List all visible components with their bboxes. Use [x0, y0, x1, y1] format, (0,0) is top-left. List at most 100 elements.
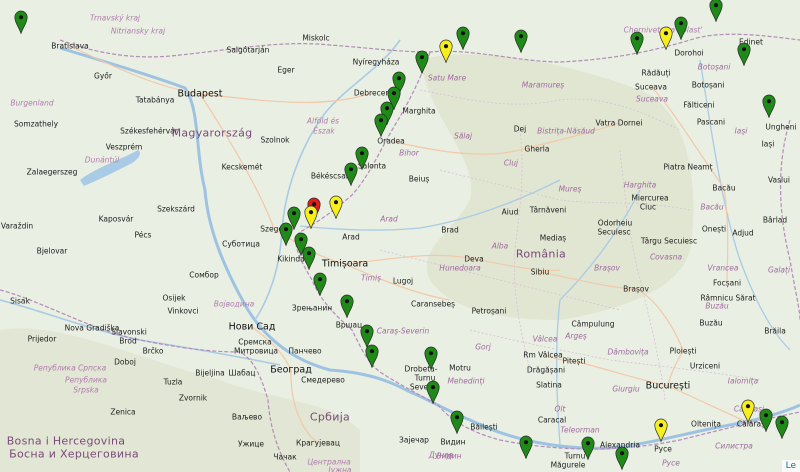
map-marker-pin-icon[interactable] — [737, 42, 751, 66]
map-label: Câmpulung — [571, 319, 615, 329]
map-marker-pin-icon[interactable] — [340, 294, 354, 318]
map-label: Timiș — [361, 273, 381, 283]
map-label: Београд — [270, 364, 312, 376]
map-label: Magyarország — [171, 126, 253, 140]
map-label: Vaslui — [768, 175, 790, 185]
map-label: București — [645, 380, 691, 392]
map-label: Шабац — [228, 368, 256, 378]
map-label: Hunedoara — [439, 263, 481, 273]
map-label: Gorj — [475, 342, 491, 352]
map-marker-pin-icon[interactable] — [759, 408, 773, 432]
map-marker-pin-icon[interactable] — [519, 435, 533, 459]
map-marker-pin-icon[interactable] — [439, 39, 453, 63]
map-label: Eger — [277, 65, 295, 75]
map-label: Focșani — [712, 278, 742, 288]
map-marker-pin-icon[interactable] — [374, 113, 388, 137]
map-marker-pin-icon[interactable] — [424, 346, 438, 370]
map-label: Oradea — [377, 136, 405, 146]
map-label: Secuiesc — [597, 227, 631, 237]
map-marker-pin-icon[interactable] — [674, 16, 688, 40]
map-label: Petroșani — [471, 306, 507, 316]
map-label: Силистра — [715, 441, 753, 451]
map-label: Nyíregyháza — [352, 57, 400, 67]
map-label: Sălaj — [453, 131, 473, 141]
map-label: Satu Mare — [427, 73, 467, 83]
map-label: Arad — [380, 214, 398, 224]
map-label: Arad — [342, 232, 360, 242]
map-marker-pin-icon[interactable] — [762, 94, 776, 118]
map-label: Зајечар — [399, 435, 429, 445]
map-label: Iași — [734, 126, 748, 136]
map-label: Ваљево — [231, 412, 263, 422]
map-label: Bârlad — [762, 215, 788, 225]
map-label: Dej — [513, 124, 527, 134]
map[interactable]: Trnavský kraj Nitriansky kraj Bratislava Sa… — [0, 0, 800, 472]
map-marker-pin-icon[interactable] — [630, 31, 644, 55]
map-label: Deva — [464, 254, 484, 264]
map-label: Zalaegerszeg — [26, 167, 78, 177]
map-label: Brașov — [623, 284, 649, 294]
map-marker-pin-icon[interactable] — [654, 418, 668, 442]
map-label: Olt — [554, 404, 566, 414]
map-label: Brčko — [142, 346, 164, 356]
map-label: Pitești — [562, 356, 586, 366]
map-label: Slatina — [536, 380, 562, 390]
map-label: România — [515, 247, 567, 261]
map-label: Székesfehérvár — [120, 126, 178, 136]
map-label: Република — [65, 375, 107, 385]
map-label: Bacău — [700, 202, 724, 212]
map-label: Сомбор — [189, 270, 219, 280]
map-marker-pin-icon[interactable] — [450, 410, 464, 434]
map-marker-pin-icon[interactable] — [313, 272, 327, 296]
map-marker-pin-icon[interactable] — [426, 380, 440, 404]
map-label: Lugoj — [392, 276, 414, 286]
map-marker-pin-icon[interactable] — [514, 29, 528, 53]
map-label: Prijedor — [27, 334, 57, 344]
map-label: Aiud — [501, 207, 519, 217]
map-marker-pin-icon[interactable] — [304, 205, 318, 229]
map-label: Srpska — [73, 385, 99, 395]
map-label: Zenica — [110, 407, 136, 417]
map-marker-pin-icon[interactable] — [279, 222, 293, 246]
attribution-link[interactable]: Le — [781, 460, 800, 472]
map-label: Maramureș — [521, 80, 565, 90]
map-label: Giurgiu — [612, 384, 640, 394]
map-label: Fălticeni — [683, 100, 715, 110]
map-label: Чачак — [273, 452, 297, 462]
map-label: Смедерево — [301, 375, 345, 385]
map-label: Iași — [761, 139, 775, 149]
map-label: Vatra Dornei — [595, 118, 643, 128]
map-label: Pécs — [134, 230, 152, 240]
map-marker-pin-icon[interactable] — [615, 446, 629, 470]
map-marker-pin-icon[interactable] — [344, 162, 358, 186]
map-marker-pin-icon[interactable] — [415, 50, 429, 74]
map-marker-pin-icon[interactable] — [741, 399, 755, 423]
map-label: Bacău — [712, 183, 736, 193]
map-label: Kecskemét — [221, 162, 263, 172]
map-marker-pin-icon[interactable] — [14, 10, 28, 34]
map-label: Русе — [662, 458, 680, 468]
map-label: Нови Сад — [228, 321, 276, 333]
map-label: Piatra Neamț — [663, 162, 713, 172]
map-label: Војводина — [213, 299, 255, 309]
map-marker-pin-icon[interactable] — [329, 195, 343, 219]
map-label: Vinkovci — [167, 306, 199, 316]
map-marker-pin-icon[interactable] — [581, 436, 595, 460]
map-marker-pin-icon[interactable] — [659, 26, 673, 50]
map-marker-pin-icon[interactable] — [302, 246, 316, 270]
map-marker-pin-icon[interactable] — [775, 415, 789, 439]
map-marker-pin-icon[interactable] — [709, 0, 723, 22]
map-label: Brod — [119, 336, 137, 346]
map-label: Сремска — [238, 337, 272, 347]
map-marker-pin-icon[interactable] — [456, 26, 470, 50]
map-label: Зрењанин — [291, 303, 333, 313]
map-label: Босна и Херцеговина — [9, 447, 139, 461]
map-label: Дунав — [428, 450, 454, 460]
map-label: Bihor — [399, 148, 419, 158]
map-label: Târnăveni — [529, 205, 567, 215]
map-label: Adjud — [732, 228, 754, 238]
map-label: Митровица — [233, 346, 279, 356]
map-label: Bjelovar — [36, 246, 68, 256]
map-marker-pin-icon[interactable] — [365, 344, 379, 368]
map-label: Galați — [767, 265, 791, 275]
